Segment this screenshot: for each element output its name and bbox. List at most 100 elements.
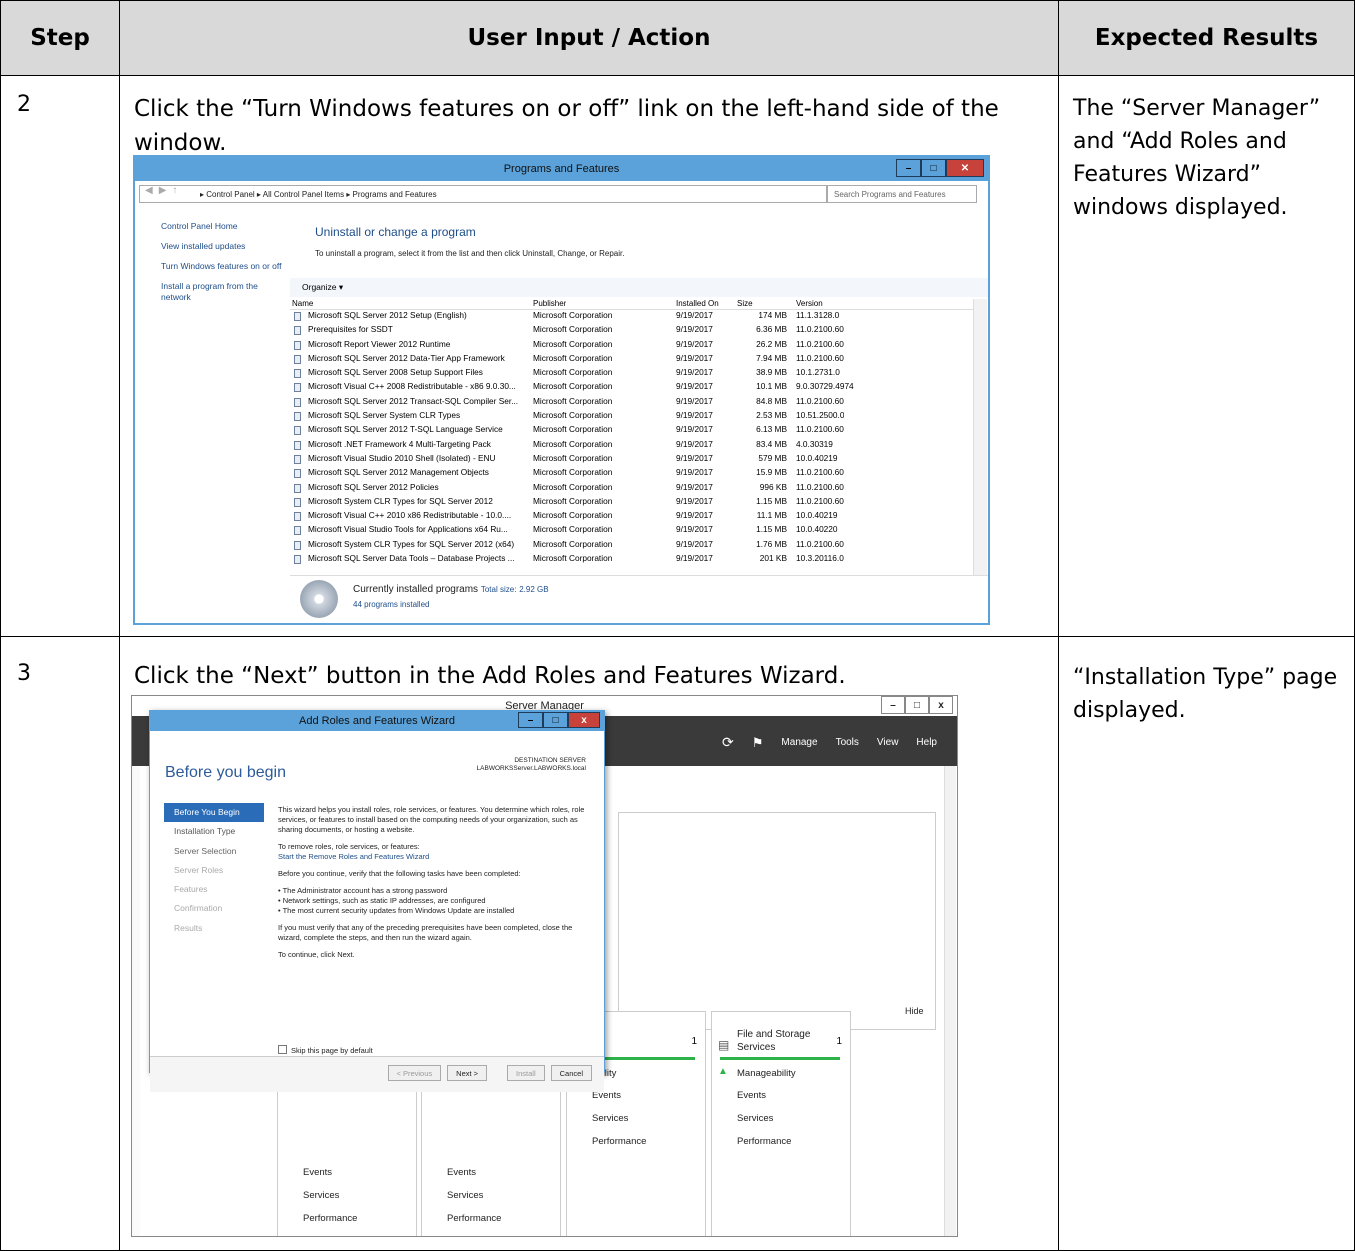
tile-item[interactable]: Manageability — [737, 1068, 796, 1079]
role-tile[interactable]: ▤ File and Storage Services 1 ▲ Manageab… — [711, 1011, 851, 1236]
wizard-step[interactable]: Server Selection — [164, 842, 264, 861]
program-row[interactable]: Microsoft SQL Server 2012 Setup (English… — [290, 310, 980, 324]
tile-item[interactable]: Services — [592, 1113, 628, 1124]
program-name: Microsoft Visual Studio Tools for Applic… — [308, 524, 508, 535]
flag-icon[interactable]: ⚑ — [752, 735, 764, 751]
program-version: 10.51.2500.0 — [796, 410, 845, 421]
step-number: 3 — [17, 661, 31, 686]
program-size: 10.1 MB — [756, 381, 787, 392]
manageability-ok-icon: ▲ — [718, 1066, 728, 1077]
minimize-button[interactable]: – — [881, 696, 905, 714]
tile-item[interactable]: Events — [447, 1167, 476, 1178]
tile-item[interactable]: Services — [303, 1190, 339, 1201]
next-button[interactable]: Next > — [447, 1065, 488, 1081]
program-name: Microsoft Visual C++ 2010 x86 Redistribu… — [308, 510, 512, 521]
program-size: 26.2 MB — [756, 338, 787, 349]
col-version[interactable]: Version — [796, 299, 823, 308]
program-row[interactable]: Microsoft Visual C++ 2008 Redistributabl… — [290, 381, 980, 395]
server-manager-scrollbar[interactable] — [944, 766, 956, 1236]
install-from-network-link[interactable]: Install a program from the network — [161, 281, 286, 303]
program-row[interactable]: Microsoft SQL Server 2012 Management Obj… — [290, 467, 980, 481]
program-icon — [294, 540, 301, 550]
tile-item[interactable]: Events — [303, 1167, 332, 1178]
organize-button[interactable]: Organize ▾ — [302, 282, 343, 293]
program-icon — [294, 497, 301, 507]
program-icon — [294, 412, 301, 422]
program-icon — [294, 383, 301, 393]
program-row[interactable]: Microsoft Visual C++ 2010 x86 Redistribu… — [290, 510, 980, 524]
program-name: Microsoft Visual C++ 2008 Redistributabl… — [308, 381, 516, 392]
col-installed-on[interactable]: Installed On — [676, 299, 719, 308]
program-row[interactable]: Microsoft SQL Server System CLR Types Mic… — [290, 410, 980, 424]
menu-help[interactable]: Help — [916, 737, 937, 748]
menu-view[interactable]: View — [877, 737, 899, 748]
program-row[interactable]: Microsoft Report Viewer 2012 Runtime Micr… — [290, 339, 980, 353]
program-row[interactable]: Microsoft SQL Server 2012 Data-Tier App … — [290, 353, 980, 367]
program-installed-on: 9/19/2017 — [676, 538, 713, 549]
program-row[interactable]: Microsoft System CLR Types for SQL Serve… — [290, 496, 980, 510]
wizard-body: This wizard helps you install roles, rol… — [278, 805, 596, 967]
minimize-button[interactable]: – — [896, 159, 921, 177]
program-icon — [294, 454, 301, 464]
program-row[interactable]: Microsoft SQL Server 2012 Policies Micros… — [290, 482, 980, 496]
view-installed-updates-link[interactable]: View installed updates — [161, 241, 286, 252]
menu-manage[interactable]: Manage — [781, 737, 817, 748]
program-row[interactable]: Microsoft System CLR Types for SQL Serve… — [290, 539, 980, 553]
col-name[interactable]: Name — [292, 299, 313, 308]
program-row[interactable]: Microsoft SQL Server Data Tools – Databa… — [290, 553, 980, 567]
address-bar[interactable]: ▸ Control Panel ▸ All Control Panel Item… — [139, 185, 827, 203]
list-scrollbar[interactable] — [973, 299, 987, 575]
wizard-title: Add Roles and Features Wizard — [299, 715, 455, 727]
tile-item[interactable]: Performance — [737, 1136, 791, 1147]
tile-item[interactable]: Performance — [592, 1136, 646, 1147]
tile-item[interactable]: Performance — [303, 1213, 357, 1224]
search-input[interactable]: Search Programs and Features — [827, 185, 977, 203]
refresh-icon[interactable]: ⟳ — [722, 734, 734, 751]
wizard-step[interactable]: Installation Type — [164, 822, 264, 841]
cancel-button[interactable]: Cancel — [550, 1065, 592, 1081]
remove-wizard-link[interactable]: Start the Remove Roles and Features Wiza… — [278, 852, 596, 862]
wizard-step[interactable]: Before You Begin — [164, 803, 264, 823]
program-version: 11.0.2100.60 — [796, 395, 844, 406]
action-text: Click the “Turn Windows features on or o… — [134, 96, 999, 156]
destination-value: LABWORKSServer.LABWORKS.local — [476, 765, 586, 772]
previous-button[interactable]: < Previous — [387, 1065, 442, 1081]
program-row[interactable]: Prerequisites for SSDT Microsoft Corporat… — [290, 324, 980, 338]
col-publisher[interactable]: Publisher — [533, 299, 566, 308]
program-version: 11.0.2100.60 — [796, 481, 844, 492]
program-version: 11.0.2100.60 — [796, 495, 844, 506]
program-version: 10.0.40219 — [796, 510, 838, 521]
program-row[interactable]: Microsoft Visual Studio 2010 Shell (Isol… — [290, 453, 980, 467]
program-row[interactable]: Microsoft .NET Framework 4 Multi-Targeti… — [290, 439, 980, 453]
program-row[interactable]: Microsoft SQL Server 2008 Setup Support … — [290, 367, 980, 381]
program-row[interactable]: Microsoft SQL Server 2012 T-SQL Language… — [290, 424, 980, 438]
minimize-button[interactable]: – — [518, 712, 543, 728]
maximize-button[interactable]: □ — [543, 712, 568, 728]
tile-item[interactable]: Events — [737, 1090, 766, 1101]
install-button[interactable]: Install — [507, 1065, 545, 1081]
program-installed-on: 9/19/2017 — [676, 553, 713, 564]
menu-tools[interactable]: Tools — [836, 737, 859, 748]
control-panel-home-link[interactable]: Control Panel Home — [161, 221, 286, 232]
program-row[interactable]: Microsoft SQL Server 2012 Transact-SQL C… — [290, 396, 980, 410]
tile-item[interactable]: Services — [737, 1113, 773, 1124]
wizard-step: Server Roles — [174, 864, 224, 875]
col-size[interactable]: Size — [737, 299, 753, 308]
tile-item[interactable]: Performance — [447, 1213, 501, 1224]
maximize-button[interactable]: □ — [921, 159, 946, 177]
tile-item[interactable]: Services — [447, 1190, 483, 1201]
program-installed-on: 9/19/2017 — [676, 524, 713, 535]
program-row[interactable]: Microsoft Visual Studio Tools for Applic… — [290, 524, 980, 538]
close-button[interactable]: x — [929, 696, 953, 714]
checkbox-box[interactable] — [278, 1045, 287, 1054]
turn-windows-features-link[interactable]: Turn Windows features on or off — [161, 261, 286, 272]
skip-checkbox[interactable]: Skip this page by default — [278, 1045, 373, 1055]
program-version: 11.0.2100.60 — [796, 352, 844, 363]
maximize-button[interactable]: □ — [905, 696, 929, 714]
welcome-panel — [618, 812, 936, 1030]
close-button[interactable]: x — [568, 712, 600, 728]
server-manager-menu: ⟳ ⚑ Manage Tools View Help — [722, 734, 937, 751]
wizard-step: Results — [174, 922, 203, 933]
close-button[interactable]: ✕ — [946, 159, 984, 177]
hide-link[interactable]: Hide — [905, 1006, 924, 1016]
